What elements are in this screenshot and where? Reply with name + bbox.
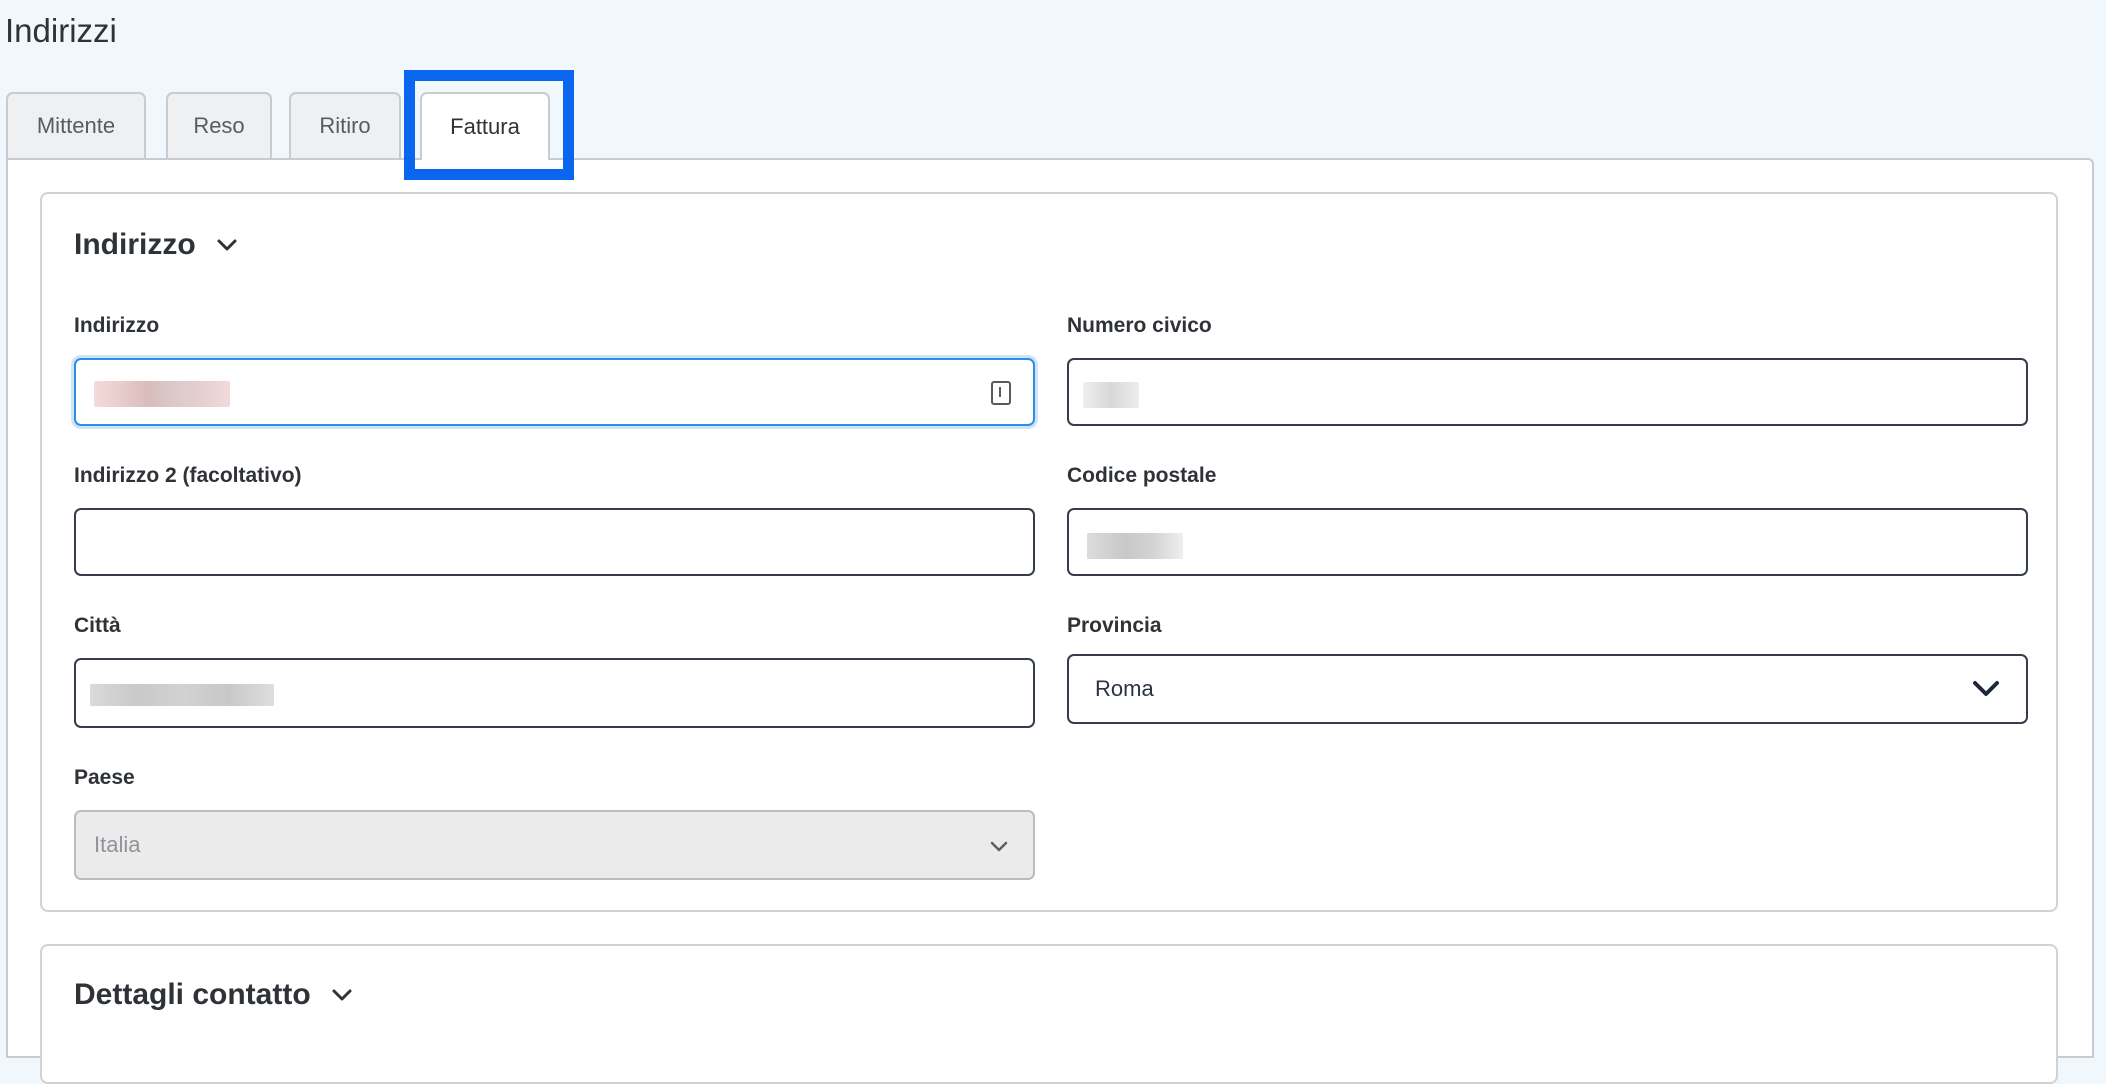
codice-postale-label: Codice postale — [1067, 464, 1217, 487]
numero-civico-field[interactable] — [1067, 358, 2028, 426]
contact-section-toggle[interactable]: Dettagli contatto — [74, 978, 353, 1012]
provincia-value: Roma — [1095, 676, 1154, 701]
provincia-select[interactable]: Roma — [1067, 654, 2028, 724]
chevron-down-icon — [217, 239, 237, 251]
chevron-down-icon — [332, 989, 352, 1001]
paese-label: Paese — [74, 766, 135, 789]
autofill-icon[interactable] — [991, 381, 1011, 405]
tab-label: Mittente — [36, 113, 116, 138]
redacted-value — [1083, 382, 1139, 408]
tab-label: Fattura — [450, 114, 520, 139]
contact-card: Dettagli contatto — [40, 944, 2058, 1084]
tab-label: Reso — [193, 113, 245, 138]
indirizzo-field[interactable] — [74, 358, 1035, 426]
citta-label: Città — [74, 614, 121, 637]
address-card: Indirizzo Indirizzo Numero civico Indiri… — [40, 192, 2058, 912]
chevron-down-icon — [990, 841, 1008, 852]
paese-select[interactable]: Italia — [74, 810, 1035, 880]
numero-civico-label: Numero civico — [1067, 314, 1212, 337]
tab-label: Ritiro — [319, 113, 371, 138]
page-title: Indirizzi — [5, 12, 117, 49]
provincia-label: Provincia — [1067, 614, 1162, 637]
address-section-toggle[interactable]: Indirizzo — [74, 228, 238, 262]
tab-fattura[interactable]: Fattura — [420, 92, 550, 160]
tab-reso[interactable]: Reso — [166, 92, 272, 158]
redacted-value — [1087, 533, 1183, 559]
redacted-value — [94, 381, 230, 407]
indirizzo2-label: Indirizzo 2 (facoltativo) — [74, 464, 302, 487]
tab-ritiro[interactable]: Ritiro — [289, 92, 401, 158]
citta-field[interactable] — [74, 658, 1035, 728]
indirizzo-label: Indirizzo — [74, 314, 160, 337]
tab-mittente[interactable]: Mittente — [6, 92, 146, 158]
paese-value: Italia — [94, 832, 141, 857]
section-title: Indirizzo — [74, 228, 196, 261]
codice-postale-field[interactable] — [1067, 508, 2028, 576]
section-title: Dettagli contatto — [74, 978, 311, 1011]
chevron-down-icon — [1973, 681, 1999, 696]
redacted-value — [90, 684, 274, 706]
indirizzo2-field[interactable] — [74, 508, 1035, 576]
